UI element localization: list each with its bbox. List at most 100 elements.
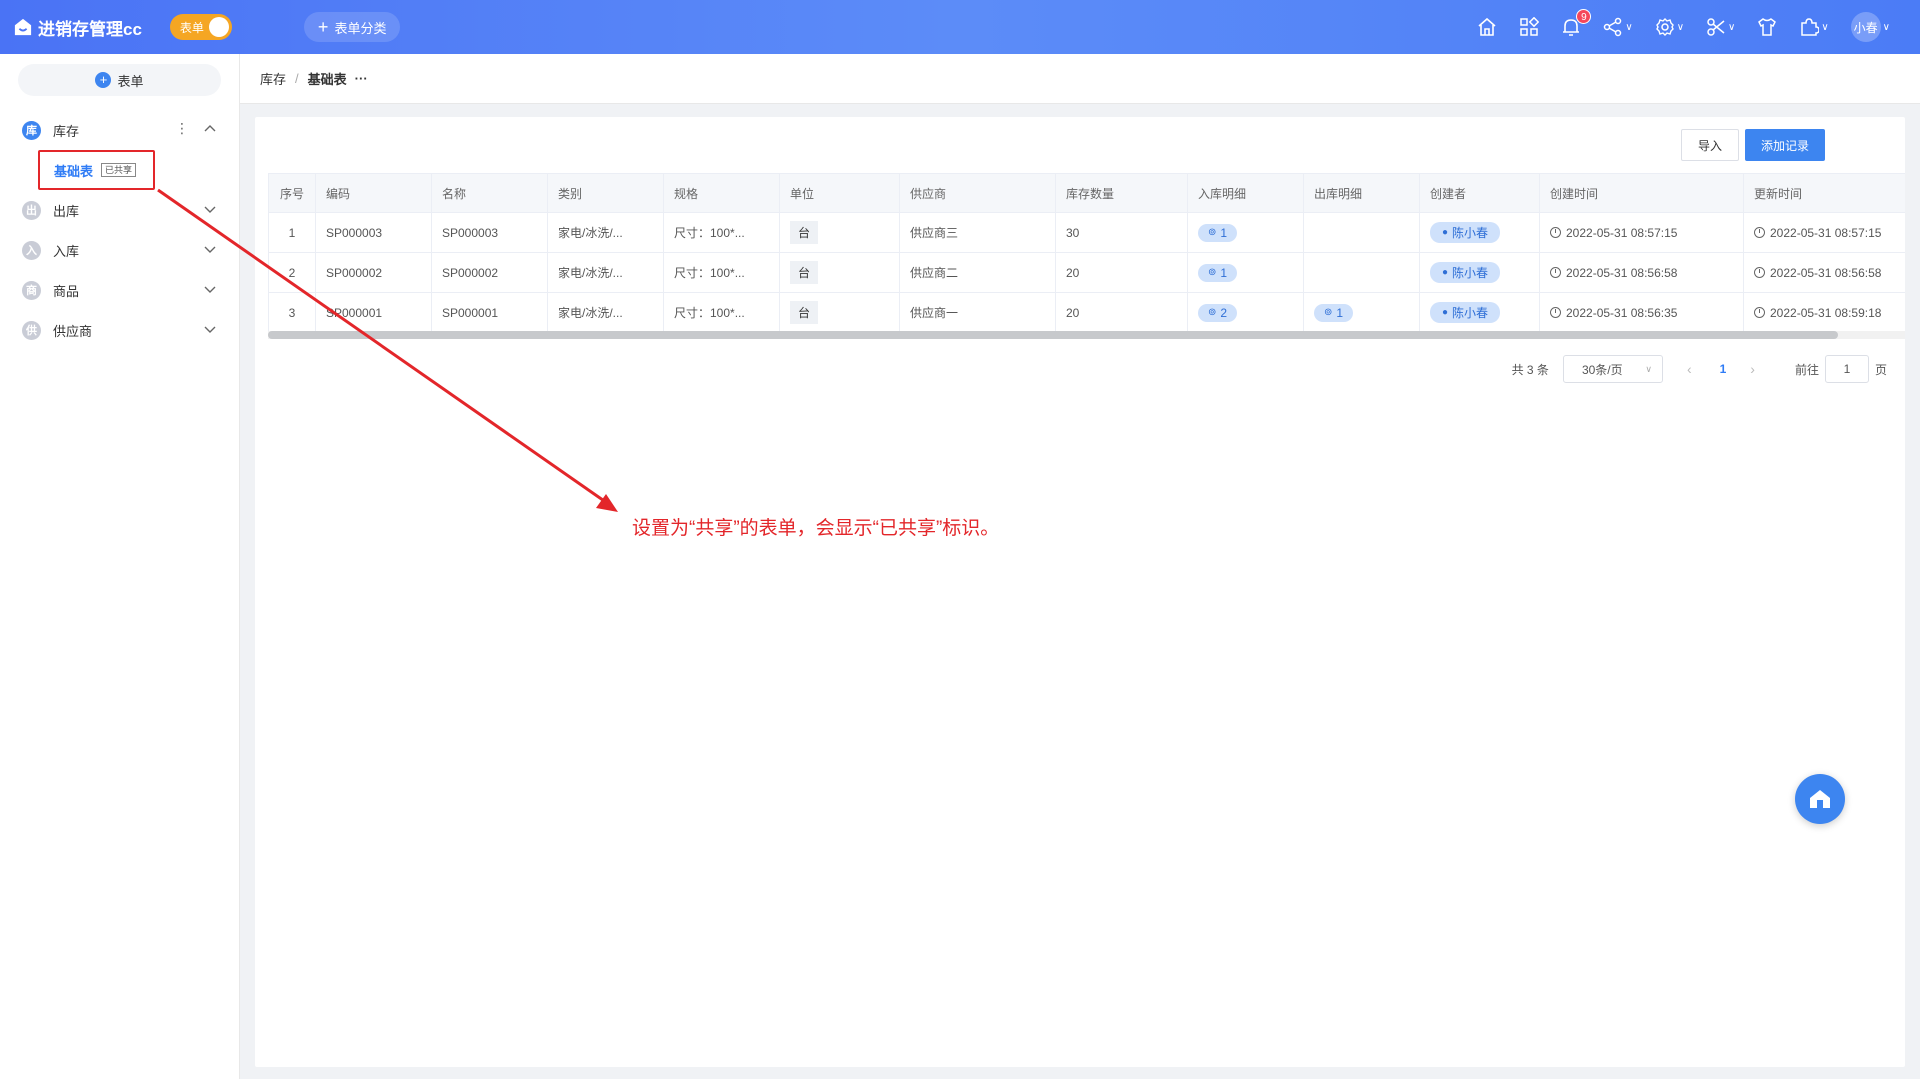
column-header[interactable]: 单位	[780, 174, 900, 212]
inbound-icon: 入	[22, 240, 41, 260]
inventory-icon: 库	[22, 120, 41, 140]
creator-name: 陈小春	[1452, 306, 1489, 320]
cell-spec: 尺寸：100*...	[664, 213, 780, 252]
creator-name: 陈小春	[1452, 226, 1489, 240]
column-header[interactable]: 名称	[432, 174, 548, 212]
app-logo[interactable]: 进销存管理cc	[14, 15, 142, 40]
theme-button[interactable]	[1757, 17, 1777, 37]
table-row[interactable]: 2 SP000002 SP000002 家电/冰洗/... 尺寸：100*...…	[268, 253, 1905, 293]
chevron-down-icon[interactable]	[203, 202, 217, 216]
page-size-select[interactable]: 30条/页 ∨	[1562, 355, 1663, 383]
in-detail-count: 1	[1220, 225, 1228, 240]
table-row[interactable]: 1 SP000003 SP000003 家电/冰洗/... 尺寸：100*...…	[268, 213, 1905, 253]
share-menu[interactable]: ∨	[1603, 17, 1633, 37]
sidebar-group-label: 供应商	[53, 323, 93, 339]
horizontal-scrollbar[interactable]	[268, 331, 1905, 339]
cell-unit: 台	[780, 293, 900, 332]
import-button[interactable]: 导入	[1680, 129, 1739, 161]
sidebar-group-suppliers[interactable]: 供 供应商	[0, 310, 239, 350]
notification-button[interactable]: 9	[1561, 9, 1592, 37]
in-detail-link[interactable]: ⊚ 1	[1198, 263, 1238, 282]
share-icon	[1604, 17, 1622, 37]
chevron-down-icon[interactable]	[203, 282, 217, 296]
apps-button[interactable]	[1519, 17, 1540, 37]
products-icon: 商	[22, 280, 41, 300]
cell-out-detail: ⊚ 1	[1304, 293, 1420, 332]
apps-grid-icon	[1520, 17, 1540, 36]
cell-unit: 台	[780, 253, 900, 292]
clock-icon	[1754, 267, 1765, 278]
add-form-button[interactable]: + 表单	[18, 64, 221, 96]
cell-unit: 台	[780, 213, 900, 252]
chevron-down-icon[interactable]	[203, 322, 217, 336]
unit-tag: 台	[790, 221, 819, 244]
column-header[interactable]: 库存数量	[1056, 174, 1188, 212]
form-mode-toggle[interactable]: 表单	[169, 14, 232, 40]
sidebar-item-base-table[interactable]: 基础表 已共享	[38, 150, 155, 190]
toggle-knob	[208, 17, 229, 37]
cell-in-detail: ⊚ 1	[1188, 213, 1304, 252]
column-header[interactable]: 编码	[316, 174, 432, 212]
out-detail-link[interactable]: ⊚ 1	[1314, 303, 1354, 322]
cell-name: SP000001	[432, 293, 548, 332]
tools-menu[interactable]: ∨	[1706, 17, 1735, 37]
column-header[interactable]: 入库明细	[1188, 174, 1304, 212]
cell-name: SP000003	[432, 213, 548, 252]
column-header[interactable]: 类别	[548, 174, 664, 212]
cell-spec: 尺寸：100*...	[664, 253, 780, 292]
cell-creator: ● 陈小春	[1420, 293, 1540, 332]
sidebar-group-inbound[interactable]: 入 入库	[0, 230, 239, 270]
sidebar-group-inventory[interactable]: 库 库存 ⋮	[0, 110, 239, 150]
column-header[interactable]: 出库明细	[1304, 174, 1420, 212]
chevron-down-icon: ∨	[1882, 21, 1890, 33]
column-header[interactable]: 规格	[664, 174, 780, 212]
current-page[interactable]: 1	[1720, 362, 1727, 376]
sidebar-group-products[interactable]: 商 商品	[0, 270, 239, 310]
column-header[interactable]: 更新时间	[1744, 174, 1905, 212]
data-table: 序号 编码 名称 类别 规格 单位 供应商 库存数量 入库明细 出库明细 创建者…	[268, 173, 1905, 333]
created-time: 2022-05-31 08:56:58	[1566, 265, 1678, 280]
column-header[interactable]: 序号	[268, 174, 316, 212]
updated-time: 2022-05-31 08:56:58	[1770, 265, 1882, 280]
cell-category: 家电/冰洗/...	[548, 293, 664, 332]
float-home-button[interactable]	[1795, 774, 1845, 824]
form-category-button[interactable]: + 表单分类	[303, 12, 401, 42]
shirt-icon	[1758, 18, 1777, 36]
home-button[interactable]	[1477, 17, 1497, 37]
user-menu[interactable]: 小春 ∨	[1850, 12, 1890, 42]
prev-page-icon[interactable]: ‹	[1687, 361, 1692, 377]
next-page-icon[interactable]: ›	[1750, 361, 1755, 377]
app-title: 进销存管理cc	[38, 19, 142, 39]
plugin-menu[interactable]: ∨	[1799, 17, 1829, 37]
cell-out-detail	[1304, 213, 1420, 252]
in-detail-link[interactable]: ⊚ 2	[1198, 303, 1238, 322]
table-row[interactable]: 3 SP000001 SP000001 家电/冰洗/... 尺寸：100*...…	[268, 293, 1905, 333]
breadcrumb-parent[interactable]: 库存	[260, 69, 286, 88]
chevron-up-icon[interactable]	[203, 122, 217, 136]
more-vertical-icon[interactable]: ⋮	[175, 120, 189, 137]
in-detail-count: 2	[1220, 305, 1228, 320]
add-form-label: 表单	[117, 73, 144, 89]
user-name: 小春	[1853, 20, 1878, 35]
house-icon	[1810, 790, 1830, 808]
cell-in-detail: ⊚ 1	[1188, 253, 1304, 292]
sidebar-group-outbound[interactable]: 出 出库	[0, 190, 239, 230]
updated-time: 2022-05-31 08:57:15	[1770, 225, 1882, 240]
updated-time: 2022-05-31 08:59:18	[1770, 305, 1882, 320]
add-record-button[interactable]: 添加记录	[1744, 129, 1825, 161]
settings-menu[interactable]: ∨	[1655, 17, 1684, 37]
puzzle-icon	[1801, 18, 1820, 36]
column-header[interactable]: 供应商	[900, 174, 1056, 212]
sidebar-group-label: 库存	[53, 123, 80, 139]
chevron-down-icon[interactable]	[203, 242, 217, 256]
cell-qty: 20	[1056, 293, 1188, 332]
column-header[interactable]: 创建者	[1420, 174, 1540, 212]
more-horizontal-icon[interactable]: ···	[355, 71, 368, 86]
in-detail-link[interactable]: ⊚ 1	[1198, 223, 1238, 242]
column-header[interactable]: 创建时间	[1540, 174, 1744, 212]
goto-page-input[interactable]: 1	[1824, 355, 1869, 383]
link-icon: ⊚	[1208, 267, 1217, 278]
cell-no: 2	[268, 253, 316, 292]
scrollbar-thumb[interactable]	[268, 331, 1838, 339]
cell-supplier: 供应商三	[900, 213, 1056, 252]
